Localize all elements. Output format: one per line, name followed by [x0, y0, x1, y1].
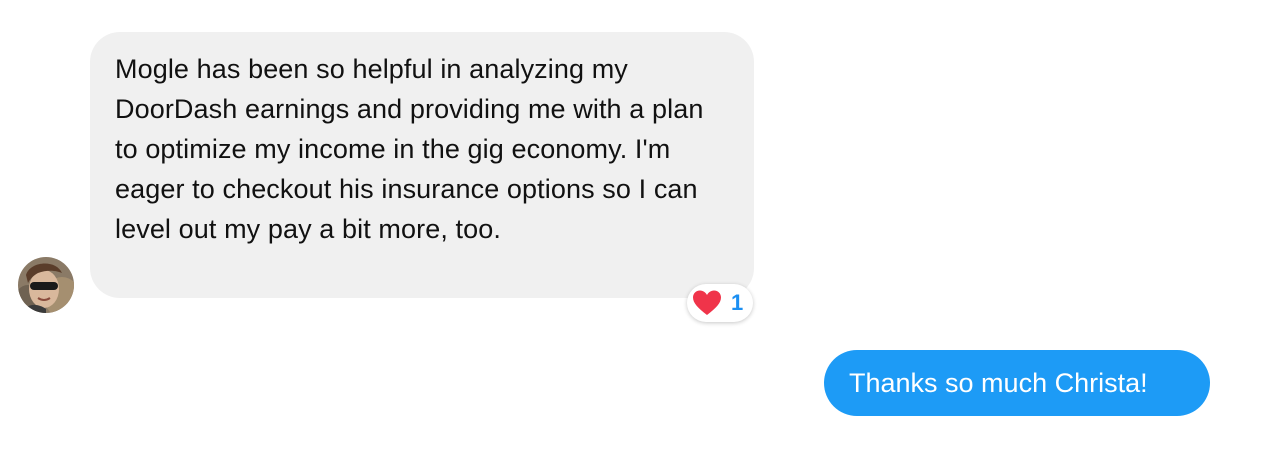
heart-icon: [693, 290, 721, 315]
incoming-message-text: Mogle has been so helpful in analyzing m…: [115, 54, 704, 244]
sender-avatar[interactable]: [18, 257, 74, 313]
reaction-badge[interactable]: 1: [687, 284, 753, 322]
message-thread: Mogle has been so helpful in analyzing m…: [0, 0, 1270, 458]
avatar-photo-icon: [18, 257, 74, 313]
reaction-count: 1: [731, 290, 744, 315]
outgoing-message-text: Thanks so much Christa!: [849, 368, 1148, 398]
outgoing-message-bubble[interactable]: Thanks so much Christa!: [824, 350, 1210, 416]
incoming-message-bubble[interactable]: Mogle has been so helpful in analyzing m…: [90, 32, 754, 298]
